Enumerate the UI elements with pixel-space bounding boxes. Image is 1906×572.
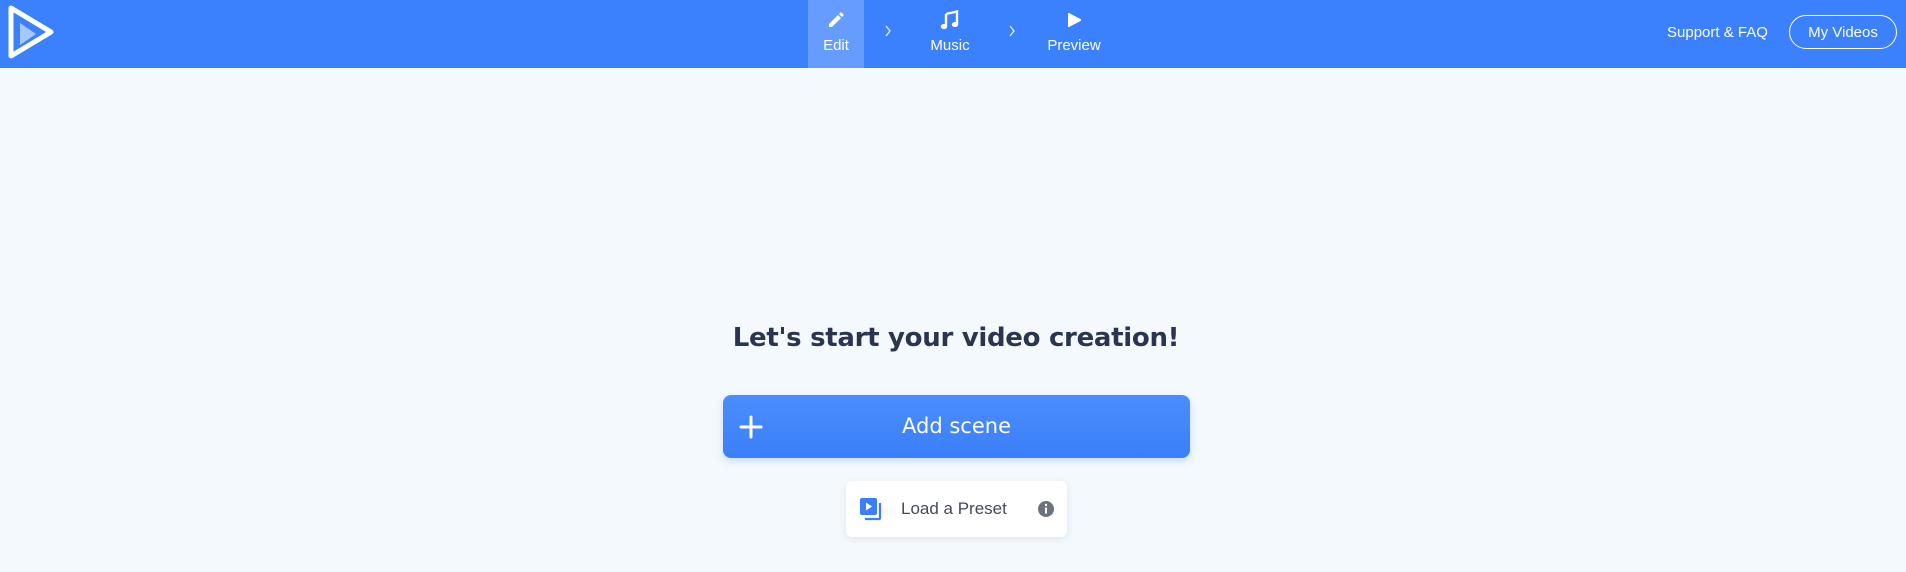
page-title: Let's start your video creation!: [732, 323, 1180, 353]
music-note-icon: [939, 9, 961, 31]
load-preset-label: Load a Preset: [901, 499, 1007, 518]
step-music[interactable]: Music: [912, 0, 988, 68]
chevron-right-icon: [864, 0, 912, 68]
step-edit-label: Edit: [823, 37, 849, 54]
step-preview[interactable]: Preview: [1036, 0, 1112, 68]
step-music-label: Music: [930, 37, 970, 54]
top-bar: Edit Music Preview Support & FAQ My Vide…: [0, 0, 1906, 68]
play-icon: [1063, 9, 1085, 31]
support-faq-link[interactable]: Support & FAQ: [1667, 23, 1768, 43]
add-scene-button[interactable]: Add scene: [723, 395, 1190, 458]
step-edit[interactable]: Edit: [808, 0, 864, 68]
video-stack-icon: [860, 498, 882, 521]
step-preview-label: Preview: [1047, 37, 1101, 54]
load-preset-button[interactable]: Load a Preset: [846, 481, 1067, 537]
info-icon[interactable]: [1037, 500, 1055, 518]
step-navigation: Edit Music Preview: [808, 0, 1112, 68]
add-scene-label: Add scene: [902, 414, 1011, 438]
chevron-right-icon: [988, 0, 1036, 68]
pencil-icon: [825, 9, 847, 31]
logo-icon[interactable]: [8, 5, 54, 59]
my-videos-button[interactable]: My Videos: [1789, 15, 1897, 49]
